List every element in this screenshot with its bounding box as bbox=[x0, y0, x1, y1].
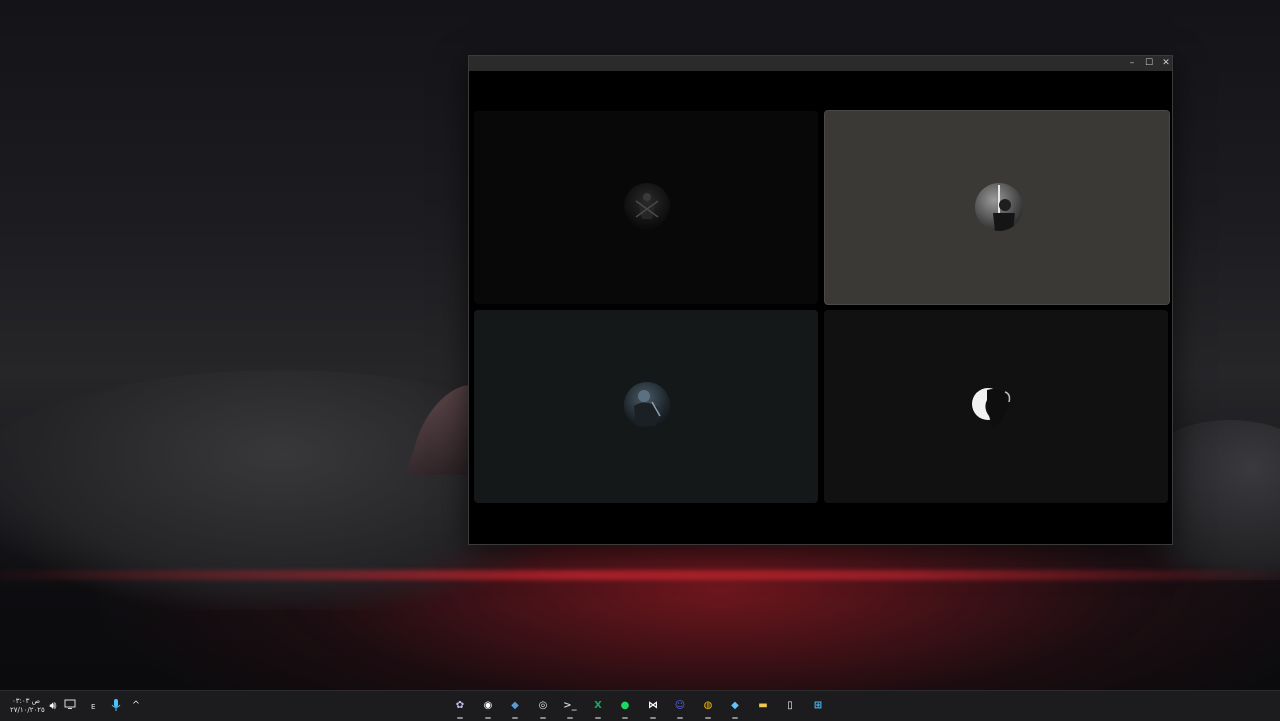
discord-icon[interactable]: ☺ bbox=[672, 698, 688, 714]
maximize-button[interactable]: ☐ bbox=[1141, 56, 1157, 71]
knight-with-sword-icon bbox=[993, 185, 1015, 231]
github-desktop-icon[interactable]: ◎ bbox=[535, 698, 551, 714]
running-indicator bbox=[485, 717, 491, 719]
participant-tile[interactable] bbox=[824, 310, 1168, 503]
language-indicator[interactable]: E bbox=[91, 703, 95, 711]
windows-start-icon[interactable]: ⊞ bbox=[810, 698, 826, 714]
minimize-button[interactable]: – bbox=[1124, 56, 1140, 71]
participant-tile[interactable] bbox=[474, 111, 818, 304]
window-titlebar[interactable]: – ☐ ✕ bbox=[469, 56, 1172, 71]
running-indicator bbox=[732, 717, 738, 719]
silhouette-portrait-icon bbox=[972, 388, 1011, 428]
wallpaper-horizon-glow bbox=[0, 570, 1280, 580]
participant-tile[interactable] bbox=[474, 310, 818, 503]
taskbar: ص ٠٣:٠٣ ٢٧/١٠/٢٠٢٥ 🔊︎ E ^ ✿ ◉ ◆ ◎ >_ X ● ⋈ ☺ ◍ ◆ ▬ ▯… bbox=[0, 690, 1280, 721]
participant-tile-active[interactable] bbox=[824, 110, 1170, 305]
participant-avatar bbox=[975, 183, 1023, 231]
chrome-icon[interactable]: ◍ bbox=[700, 698, 716, 714]
speaker-icon[interactable]: 🔊︎ bbox=[46, 698, 60, 714]
participant-avatar bbox=[624, 382, 670, 428]
running-indicator bbox=[567, 717, 573, 719]
steam-2-icon[interactable]: ◆ bbox=[727, 698, 743, 714]
running-indicator bbox=[512, 717, 518, 719]
notepad-icon[interactable]: ▯ bbox=[782, 698, 798, 714]
capcut-icon[interactable]: ⋈ bbox=[645, 698, 661, 714]
anime-app-icon[interactable]: ✿ bbox=[452, 698, 468, 714]
obs-icon[interactable]: ◉ bbox=[480, 698, 496, 714]
running-indicator bbox=[457, 717, 463, 719]
running-indicator bbox=[705, 717, 711, 719]
running-indicator bbox=[595, 717, 601, 719]
spotify-icon[interactable]: ● bbox=[617, 698, 633, 714]
microphone-icon[interactable] bbox=[110, 698, 122, 714]
chevron-up-icon[interactable]: ^ bbox=[130, 698, 142, 714]
running-indicator bbox=[540, 717, 546, 719]
running-indicator bbox=[650, 717, 656, 719]
excel-icon[interactable]: X bbox=[590, 698, 606, 714]
running-indicator bbox=[622, 717, 628, 719]
steam-icon[interactable]: ◆ bbox=[507, 698, 523, 714]
participant-avatar bbox=[971, 382, 1017, 428]
file-explorer-icon[interactable]: ▬ bbox=[755, 698, 771, 714]
dark-warrior-icon bbox=[634, 390, 661, 426]
terminal-icon[interactable]: >_ bbox=[562, 698, 578, 714]
network-icon[interactable] bbox=[63, 698, 77, 714]
running-indicator bbox=[677, 717, 683, 719]
participant-avatar bbox=[624, 183, 670, 229]
armored-figure-icon bbox=[635, 193, 659, 219]
close-button[interactable]: ✕ bbox=[1158, 56, 1174, 71]
video-call-window[interactable]: – ☐ ✕ bbox=[468, 55, 1173, 545]
clock-date[interactable]: ٢٧/١٠/٢٠٢٥ bbox=[10, 706, 45, 714]
clock-time[interactable]: ص ٠٣:٠٣ bbox=[12, 697, 40, 705]
